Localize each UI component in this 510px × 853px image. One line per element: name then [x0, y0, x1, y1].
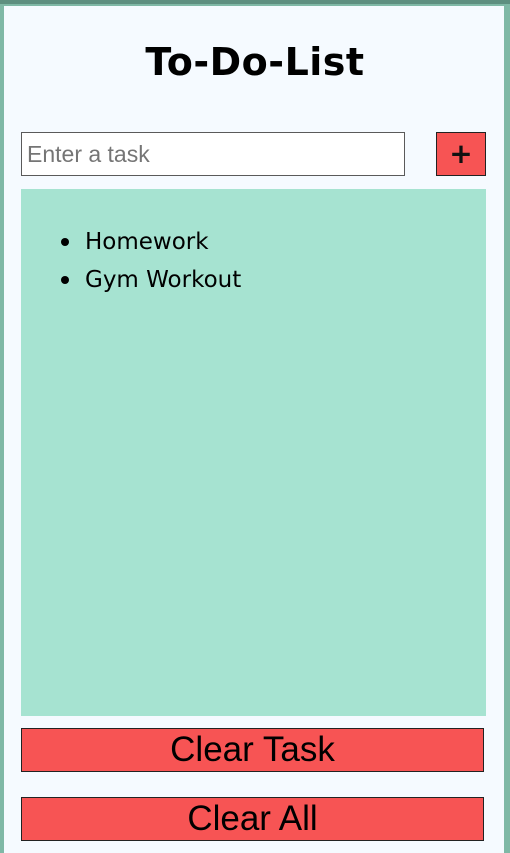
task-list-area: Homework Gym Workout [21, 189, 486, 716]
task-item[interactable]: Homework [61, 223, 241, 261]
task-item[interactable]: Gym Workout [61, 261, 242, 299]
clear-all-button[interactable]: Clear All [21, 797, 484, 841]
task-list: Homework Gym Workout [61, 223, 242, 299]
clear-task-button[interactable]: Clear Task [21, 728, 484, 772]
add-task-button[interactable]: + [436, 132, 486, 176]
page-title: To-Do-List [145, 40, 365, 84]
bullet-icon [61, 238, 69, 246]
task-item-label: Gym Workout [85, 267, 242, 293]
window-top-bar [0, 0, 510, 4]
task-item-label: Homework [85, 229, 209, 255]
bullet-icon [61, 276, 69, 284]
task-input[interactable] [21, 132, 405, 176]
